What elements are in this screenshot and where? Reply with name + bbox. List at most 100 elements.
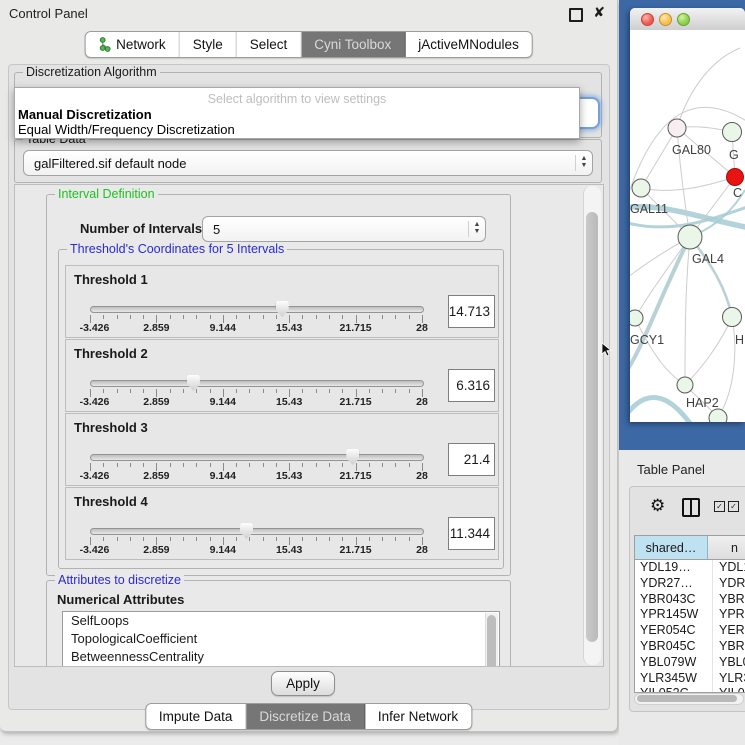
table-row[interactable]: YBL079WYBL0: [635, 655, 745, 671]
threshold-value-field[interactable]: 14.713: [448, 295, 495, 328]
threshold-label: Threshold 3: [74, 420, 148, 435]
threshold-value-field[interactable]: 6.316: [448, 369, 495, 402]
network-window-titlebar[interactable]: [630, 8, 745, 31]
attribute-list-item[interactable]: BetweennessCentrality: [63, 648, 499, 666]
cell-name: YIL0: [713, 686, 745, 693]
slider-tick: [329, 463, 330, 467]
apply-button[interactable]: Apply: [271, 671, 335, 696]
table-row[interactable]: YLR345WYLR3: [635, 671, 745, 687]
zoom-traffic-light-icon[interactable]: [677, 13, 690, 26]
node-table[interactable]: shared… n YDL19…YDL1YDR27…YDR2YBR043CYBR…: [634, 535, 745, 693]
numerical-attributes-list[interactable]: SelfLoopsTopologicalCoefficientBetweenne…: [62, 611, 500, 667]
list-scrollbar-thumb[interactable]: [487, 615, 496, 667]
cell-shared-name: YDL19…: [635, 560, 713, 576]
slider-tick: [210, 315, 211, 319]
table-hscrollbar[interactable]: [634, 693, 744, 705]
slider-tick-label: 21.715: [340, 470, 372, 482]
cell-shared-name: YPR145W: [635, 607, 713, 623]
combo-spinner-icon[interactable]: ▲▼: [575, 155, 592, 172]
threshold-slider[interactable]: [90, 306, 424, 313]
table-data-combobox[interactable]: galFiltered.sif default node ▲▼: [23, 150, 593, 176]
settings-scroll-area: Interval Definition Number of Intervals …: [14, 184, 604, 667]
attribute-list-item[interactable]: SelfLoops: [63, 612, 499, 630]
threshold-value-field[interactable]: 11.344: [448, 517, 495, 550]
dropdown-option-equal-width[interactable]: Equal Width/Frequency Discretization: [18, 122, 235, 137]
table-row[interactable]: YBR045CYBR0: [635, 639, 745, 655]
threshold-slider[interactable]: [90, 528, 424, 535]
slider-tick-label: 2.859: [143, 470, 169, 482]
slider-tick: [409, 315, 410, 319]
algorithm-group-title: Discretization Algorithm: [23, 65, 160, 79]
slider-tick: [329, 315, 330, 319]
slider-tick-label: 28: [416, 396, 428, 408]
close-traffic-light-icon[interactable]: [641, 13, 654, 26]
checkbox-icon[interactable]: ✓: [728, 501, 739, 512]
tab-label: Discretize Data: [259, 709, 351, 724]
slider-tick-label: 15.43: [276, 322, 302, 334]
thresholds-group-title: Threshold's Coordinates for 5 Intervals: [67, 242, 287, 256]
table-row[interactable]: YPR145WYPR1: [635, 607, 745, 623]
tab-label: Infer Network: [378, 709, 458, 724]
slider-tick: [369, 389, 370, 393]
tab-infer-network[interactable]: Infer Network: [365, 704, 471, 729]
table-row[interactable]: YIL052CYIL0: [635, 686, 745, 693]
tab-jactivemnodules[interactable]: jActiveMNodules: [405, 32, 532, 57]
slider-tick-label: 2.859: [143, 396, 169, 408]
cell-name: YLR3: [713, 671, 745, 687]
tab-cyni-toolbox[interactable]: Cyni Toolbox: [301, 32, 405, 57]
table-row[interactable]: YDR27…YDR2: [635, 576, 745, 592]
tab-network[interactable]: Network: [85, 32, 180, 57]
tab-select[interactable]: Select: [237, 32, 302, 57]
slider-tick: [302, 315, 303, 319]
slider-tick: [236, 315, 237, 319]
threshold-label: Threshold 1: [74, 272, 148, 287]
svg-text:GAL80: GAL80: [672, 143, 711, 157]
slider-tick: [382, 389, 383, 393]
table-hscrollbar-thumb[interactable]: [637, 695, 737, 702]
slider-tick: [143, 315, 144, 319]
threshold-slider[interactable]: [90, 454, 424, 461]
columns-icon[interactable]: [682, 498, 700, 517]
threshold-value-field[interactable]: 21.4: [448, 443, 495, 476]
slider-tick: [170, 537, 171, 541]
slider-tick: [183, 463, 184, 467]
slider-tick: [117, 389, 118, 393]
table-row[interactable]: YBR043CYBR0: [635, 592, 745, 608]
slider-tick-label: 9.144: [210, 322, 236, 334]
table-row[interactable]: YDL19…YDL1: [635, 560, 745, 576]
slider-tick: [183, 537, 184, 541]
list-scrollbar[interactable]: [485, 613, 498, 667]
num-intervals-combobox[interactable]: 5 ▲▼: [202, 216, 486, 242]
slider-tick-label: -3.426: [80, 544, 110, 556]
slider-tick: [342, 315, 343, 319]
table-row[interactable]: YER054CYER0: [635, 623, 745, 639]
tab-style[interactable]: Style: [180, 32, 237, 57]
slider-tick: [395, 389, 396, 393]
column-header-shared-name[interactable]: shared…: [635, 536, 708, 559]
tab-impute-data[interactable]: Impute Data: [146, 704, 247, 729]
main-scrollbar[interactable]: [583, 186, 601, 665]
threshold-label: Threshold 2: [74, 346, 148, 361]
thresholds-group: Threshold's Coordinates for 5 Intervals …: [58, 249, 504, 569]
combo-spinner-icon[interactable]: ▲▼: [468, 221, 485, 238]
network-view-window[interactable]: GAL80GCGAL11GAL4GCY1HHAP2: [630, 8, 745, 422]
float-window-icon[interactable]: [569, 8, 583, 22]
checkbox-icon[interactable]: ✓: [714, 501, 725, 512]
slider-tick: [249, 463, 250, 467]
tab-discretize-data[interactable]: Discretize Data: [246, 704, 365, 729]
main-scrollbar-thumb[interactable]: [586, 212, 598, 642]
slider-tick: [409, 537, 410, 541]
slider-tick: [276, 389, 277, 393]
slider-tick-label: 2.859: [143, 544, 169, 556]
column-header-name[interactable]: n: [708, 536, 745, 559]
network-graph: GAL80GCGAL11GAL4GCY1HHAP2: [630, 30, 745, 422]
gear-icon[interactable]: ⚙: [650, 496, 665, 516]
tab-label: Network: [116, 37, 166, 52]
close-icon[interactable]: ✘: [593, 4, 605, 21]
attribute-list-item[interactable]: TopologicalCoefficient: [63, 630, 499, 648]
slider-tick: [249, 389, 250, 393]
threshold-slider[interactable]: [90, 380, 424, 387]
dropdown-option-manual[interactable]: Manual Discretization: [18, 107, 152, 122]
minimize-traffic-light-icon[interactable]: [659, 13, 672, 26]
network-canvas[interactable]: GAL80GCGAL11GAL4GCY1HHAP2: [630, 30, 745, 422]
